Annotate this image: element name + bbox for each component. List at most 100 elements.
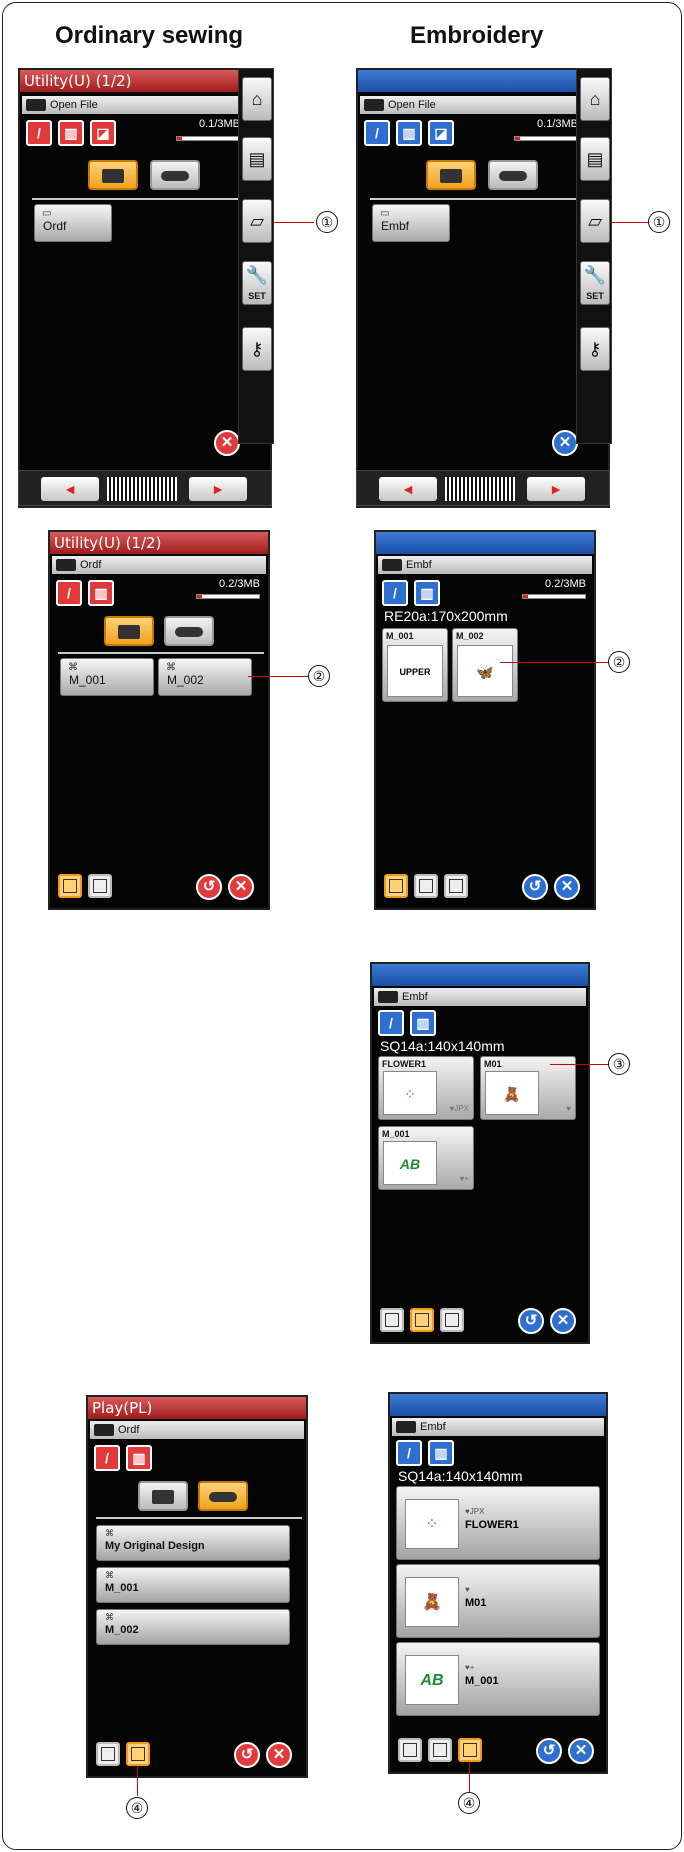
design-thumb[interactable]: M_002 🦋: [452, 628, 518, 702]
close-button[interactable]: ✕: [228, 874, 254, 900]
delete-button[interactable]: ▥: [58, 120, 84, 146]
stitch-button[interactable]: /: [26, 120, 52, 146]
stitch-button[interactable]: /: [382, 580, 408, 606]
design-thumb[interactable]: FLOWER1 ⁘ ♥JPX: [378, 1056, 474, 1120]
delete-button[interactable]: ▥: [396, 120, 422, 146]
grid-view-icon[interactable]: [410, 1308, 434, 1332]
list-view-icon[interactable]: [440, 1308, 464, 1332]
path-bar: Embf: [392, 1418, 604, 1436]
design-thumb[interactable]: M01 🧸 ♥: [480, 1056, 576, 1120]
design-thumb[interactable]: M_001 UPPER: [382, 628, 448, 702]
close-button[interactable]: ✕: [554, 874, 580, 900]
stitch-button[interactable]: /: [94, 1445, 120, 1471]
open-folder-icon[interactable]: ▱: [580, 199, 610, 243]
path-bar: Ordf: [90, 1421, 304, 1439]
back-button[interactable]: ↺: [536, 1738, 562, 1764]
close-button[interactable]: ✕: [550, 1308, 576, 1334]
set-wrench-icon[interactable]: 🔧 SET: [242, 261, 272, 305]
file-row[interactable]: ⌘ M_002: [96, 1609, 290, 1645]
delete-button[interactable]: ▥: [126, 1445, 152, 1471]
screen-title: Utility(U) (1/2): [50, 532, 268, 554]
row-label: M01: [465, 1597, 487, 1609]
move-button[interactable]: ◪: [428, 120, 454, 146]
next-page-button[interactable]: ►: [189, 477, 247, 501]
list-view-icon[interactable]: [88, 874, 112, 898]
screen-title: [390, 1394, 606, 1416]
usb-toggle[interactable]: [164, 616, 214, 646]
next-page-button[interactable]: ►: [527, 477, 585, 501]
set-wrench-icon[interactable]: 🔧 SET: [580, 261, 610, 305]
stitch-button[interactable]: /: [56, 580, 82, 606]
list-view-icon[interactable]: [444, 874, 468, 898]
path-label: Ordf: [80, 559, 102, 571]
file-button[interactable]: ⌘ M_001: [60, 658, 154, 696]
screen-title: [376, 532, 594, 554]
home-icon[interactable]: ⌂: [242, 77, 272, 121]
close-button[interactable]: ✕: [568, 1738, 594, 1764]
delete-button[interactable]: ▥: [410, 1010, 436, 1036]
file-button[interactable]: ⌘ M_002: [158, 658, 252, 696]
internal-memory-toggle[interactable]: [426, 160, 476, 190]
grid-view-icon[interactable]: [58, 874, 82, 898]
list-view-icon[interactable]: [126, 1742, 150, 1766]
callout-line-1b: [612, 222, 648, 223]
design-row[interactable]: 🧸 ♥ M01: [396, 1564, 600, 1638]
internal-memory-toggle[interactable]: [138, 1481, 188, 1511]
large-grid-view-icon[interactable]: [384, 874, 408, 898]
folder-button[interactable]: ▭ Ordf: [34, 204, 112, 242]
large-grid-view-icon[interactable]: [380, 1308, 404, 1332]
callout-3: ③: [608, 1053, 630, 1075]
close-button[interactable]: ✕: [214, 430, 240, 456]
thumb-label: M_001: [386, 631, 414, 641]
divider: [32, 198, 242, 200]
grid-view-icon[interactable]: [96, 1742, 120, 1766]
folder-button[interactable]: ▭ Embf: [372, 204, 450, 242]
home-icon[interactable]: ⌂: [580, 77, 610, 121]
close-button[interactable]: ✕: [266, 1742, 292, 1768]
thumb-format: ♥: [566, 1104, 571, 1113]
large-grid-view-icon[interactable]: [398, 1738, 422, 1762]
prev-page-button[interactable]: ◄: [41, 477, 99, 501]
row-label: FLOWER1: [465, 1519, 519, 1531]
divider: [58, 652, 264, 654]
delete-button[interactable]: ▥: [428, 1440, 454, 1466]
design-thumb[interactable]: M_001 AB ♥+: [378, 1126, 474, 1190]
delete-button[interactable]: ▥: [88, 580, 114, 606]
design-row[interactable]: ⁘ ♥JPX FLOWER1: [396, 1486, 600, 1560]
design-row[interactable]: AB ♥+ M_001: [396, 1642, 600, 1716]
key-icon[interactable]: ⚷: [580, 327, 610, 371]
key-icon[interactable]: ⚷: [242, 327, 272, 371]
back-button[interactable]: ↺: [196, 874, 222, 900]
internal-memory-toggle[interactable]: [104, 616, 154, 646]
back-button[interactable]: ↺: [522, 874, 548, 900]
move-button[interactable]: ◪: [90, 120, 116, 146]
callout-line-1a: [274, 222, 314, 223]
machine-mode-icon[interactable]: ▤: [580, 137, 610, 181]
open-folder-icon[interactable]: ▱: [242, 199, 272, 243]
file-label: M_002: [105, 1624, 139, 1636]
grid-view-icon[interactable]: [414, 874, 438, 898]
internal-memory-toggle[interactable]: [88, 160, 138, 190]
back-button[interactable]: ↺: [518, 1308, 544, 1334]
stitch-button[interactable]: /: [378, 1010, 404, 1036]
thumb-format: ♥JPX: [449, 1104, 469, 1113]
close-button[interactable]: ✕: [552, 430, 578, 456]
hoop-label: SQ14a:140x140mm: [398, 1468, 523, 1484]
file-row[interactable]: ⌘ My Original Design: [96, 1525, 290, 1561]
machine-mode-icon[interactable]: ▤: [242, 137, 272, 181]
usb-toggle[interactable]: [198, 1481, 248, 1511]
prev-page-button[interactable]: ◄: [379, 477, 437, 501]
folder-icon: ▭: [380, 208, 390, 219]
stitch-button[interactable]: /: [396, 1440, 422, 1466]
list-view-icon[interactable]: [458, 1738, 482, 1762]
letters-preview: AB: [383, 1141, 437, 1185]
file-row[interactable]: ⌘ M_001: [96, 1567, 290, 1603]
path-label: Embf: [402, 991, 428, 1003]
usb-toggle[interactable]: [488, 160, 538, 190]
usb-toggle[interactable]: [150, 160, 200, 190]
back-button[interactable]: ↺: [234, 1742, 260, 1768]
grid-view-icon[interactable]: [428, 1738, 452, 1762]
delete-button[interactable]: ▥: [414, 580, 440, 606]
file-icon: ⌘: [105, 1570, 114, 1580]
stitch-button[interactable]: /: [364, 120, 390, 146]
